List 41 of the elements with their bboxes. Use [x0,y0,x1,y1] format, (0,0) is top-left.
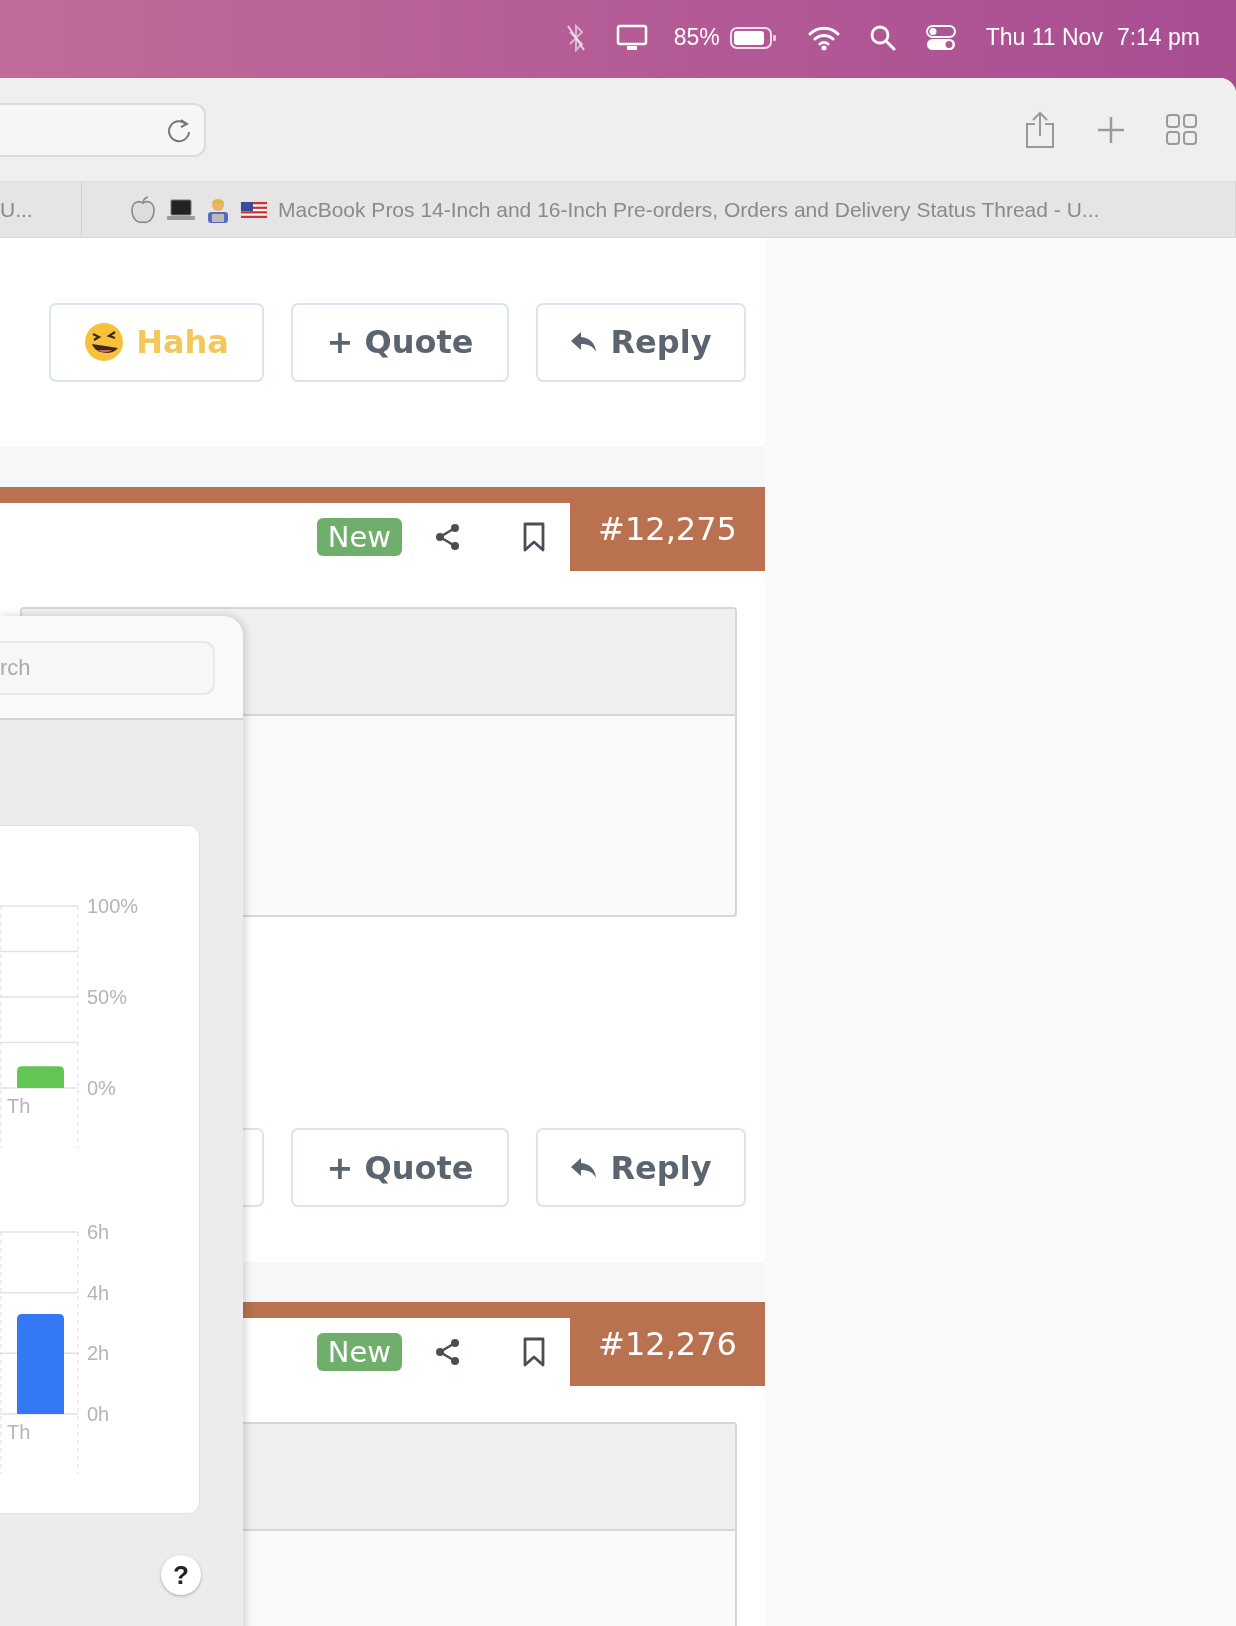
search-icon[interactable] [869,24,896,51]
bookmark-icon[interactable] [522,1337,546,1367]
y-axis-label: 50% [87,986,128,1008]
x-axis-label: Th [7,1421,31,1443]
control-center-icon[interactable] [925,23,956,52]
address-field[interactable] [0,102,206,157]
new-badge: New [316,518,402,556]
laughing-face-icon [84,322,125,362]
y-axis-label: 0h [87,1403,110,1425]
laptop-icon [166,196,196,223]
y-axis-label: 4h [87,1281,110,1304]
wifi-icon[interactable] [807,24,840,51]
tab-overview-icon[interactable] [1166,113,1198,146]
quote-button[interactable]: + Quote [291,302,509,382]
reply-button[interactable]: Reply [536,1128,746,1207]
y-axis-label: 2h [87,1342,110,1365]
menu-bar-date: Thu 11 Nov [985,24,1103,51]
share-icon[interactable] [434,523,462,551]
y-axis-label: 100% [87,895,139,917]
reply-button[interactable]: Reply [536,302,746,382]
new-tab-icon[interactable] [1096,114,1126,145]
y-axis-label: 0% [87,1077,116,1099]
new-badge: New [316,1333,402,1371]
bluetooth-off-icon[interactable] [565,23,586,52]
browser-tab[interactable]: U... [0,182,82,237]
usa-flag-icon [240,198,268,221]
tab-title: MacBook Pros 14-Inch and 16-Inch Pre-orders, Orders and Delivery Status Thread - U... [278,197,1100,222]
quote-button[interactable]: + Quote [291,1128,509,1207]
help-button[interactable]: ? [161,1555,201,1595]
search-field[interactable]: rch [0,641,215,695]
bookmark-icon[interactable] [522,522,546,552]
y-axis-label: 6h [87,1221,110,1243]
battery-percentage: 85% [673,24,720,51]
tab-title: U... [0,197,33,222]
browser-tab[interactable]: MacBook Pros 14-Inch and 16-Inch Pre-orders, Orders and Delivery Status Thread - U... [82,182,1236,237]
display-icon[interactable] [615,23,648,52]
share-icon[interactable] [434,1338,462,1366]
apple-favicon-icon [128,194,158,225]
x-axis-label: Th [7,1095,31,1117]
menu-bar-time: 7:14 pm [1116,24,1200,51]
battery-icon[interactable] [729,25,778,50]
